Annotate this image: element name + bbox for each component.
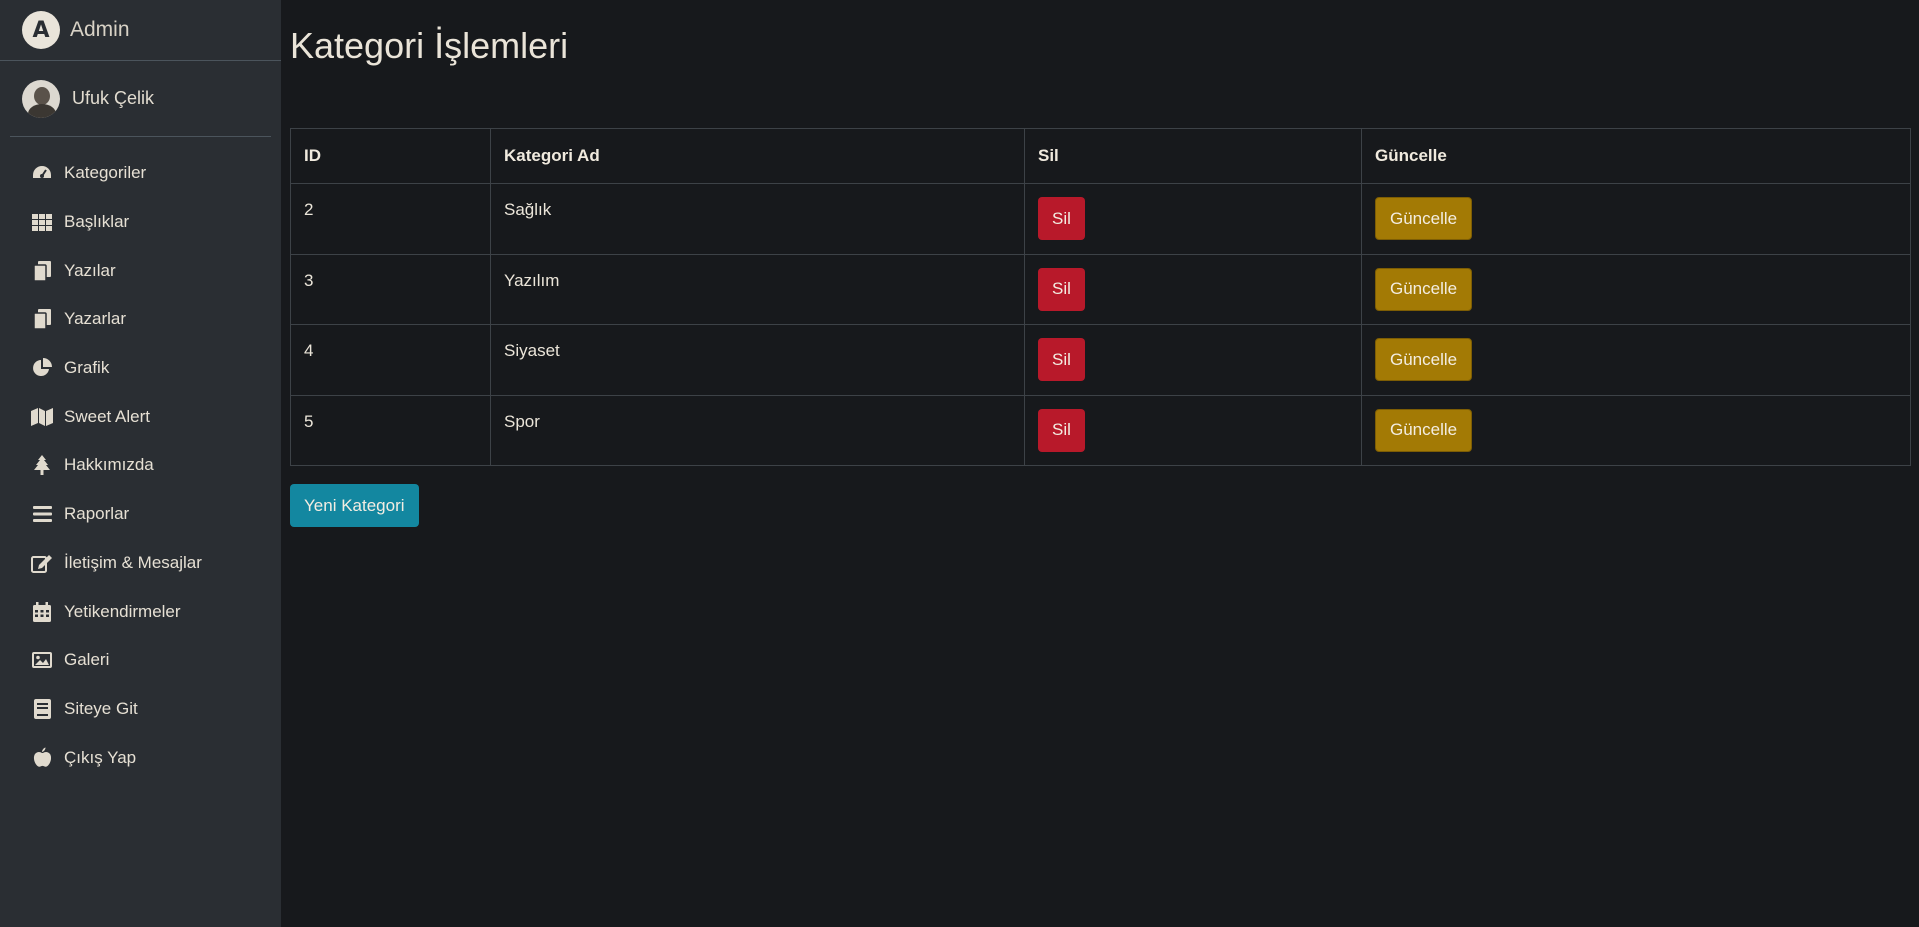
new-category-button[interactable]: Yeni Kategori bbox=[290, 484, 419, 527]
bars-icon bbox=[31, 503, 53, 525]
copy-icon bbox=[31, 308, 53, 330]
delete-button[interactable]: Sil bbox=[1038, 197, 1085, 240]
sidebar-item-sweet-alert[interactable]: Sweet Alert bbox=[0, 392, 281, 441]
cell-delete: Sil bbox=[1024, 183, 1362, 255]
cell-delete: Sil bbox=[1024, 253, 1362, 325]
sidebar-item-hakkimizda[interactable]: Hakkımızda bbox=[0, 441, 281, 490]
sidebar-item-label: Grafik bbox=[64, 358, 110, 378]
edit-icon bbox=[31, 552, 53, 574]
column-header-id: ID bbox=[290, 128, 491, 184]
sidebar-nav: Kategoriler Başlıklar Yazılar Yazarlar G… bbox=[0, 137, 281, 782]
sidebar-item-label: İletişim & Mesajlar bbox=[64, 552, 202, 572]
table-header-row: ID Kategori Ad Sil Güncelle bbox=[290, 128, 1911, 184]
sidebar-item-label: Çıkış Yap bbox=[64, 747, 137, 767]
sidebar-item-label: Başlıklar bbox=[64, 212, 130, 232]
table-row: 2 Sağlık Sil Güncelle bbox=[290, 183, 1911, 255]
cell-update: Güncelle bbox=[1361, 394, 1911, 466]
cell-id: 3 bbox=[290, 253, 491, 325]
sidebar-item-yazilar[interactable]: Yazılar bbox=[0, 246, 281, 295]
update-button[interactable]: Güncelle bbox=[1375, 197, 1473, 240]
grid-icon bbox=[31, 211, 53, 233]
map-icon bbox=[31, 406, 53, 428]
brand-logo-icon: A bbox=[22, 11, 60, 49]
apple-icon bbox=[31, 747, 53, 769]
sidebar-item-label: Raporlar bbox=[64, 504, 130, 524]
delete-button[interactable]: Sil bbox=[1038, 338, 1085, 381]
sidebar-item-label: Galeri bbox=[64, 650, 110, 670]
table-row: 4 Siyaset Sil Güncelle bbox=[290, 324, 1911, 396]
main-content: Kategori İşlemleri ID Kategori Ad Sil Gü… bbox=[290, 0, 1911, 527]
delete-button[interactable]: Sil bbox=[1038, 408, 1085, 452]
sidebar-item-label: Yazarlar bbox=[64, 309, 127, 329]
cell-id: 2 bbox=[290, 183, 491, 255]
tree-icon bbox=[31, 454, 53, 476]
sidebar-item-yetikendirmeler[interactable]: Yetikendirmeler bbox=[0, 587, 281, 636]
image-icon bbox=[31, 649, 53, 671]
user-name: Ufuk Çelik bbox=[72, 88, 155, 108]
sidebar-item-siteye-git[interactable]: Siteye Git bbox=[0, 685, 281, 734]
copy-icon bbox=[31, 260, 53, 282]
chart-pie-icon bbox=[31, 357, 53, 379]
sidebar-item-galeri[interactable]: Galeri bbox=[0, 636, 281, 685]
sidebar-item-yazarlar[interactable]: Yazarlar bbox=[0, 295, 281, 344]
brand-title: Admin bbox=[70, 18, 130, 41]
sidebar-item-iletisim-mesajlar[interactable]: İletişim & Mesajlar bbox=[0, 539, 281, 588]
sidebar-item-label: Sweet Alert bbox=[64, 406, 150, 426]
column-header-name: Kategori Ad bbox=[490, 128, 1025, 184]
cell-name: Sağlık bbox=[490, 183, 1025, 255]
column-header-delete: Sil bbox=[1024, 128, 1362, 184]
cell-update: Güncelle bbox=[1361, 324, 1911, 396]
user-panel[interactable]: Ufuk Çelik bbox=[10, 61, 271, 137]
sidebar: A Admin Ufuk Çelik Kategoriler Başlıklar… bbox=[0, 0, 281, 927]
update-button[interactable]: Güncelle bbox=[1375, 267, 1473, 311]
brand-link[interactable]: A Admin bbox=[0, 0, 281, 61]
cell-update: Güncelle bbox=[1361, 253, 1911, 325]
page-title: Kategori İşlemleri bbox=[290, 25, 569, 66]
sidebar-item-label: Hakkımızda bbox=[64, 455, 154, 475]
avatar bbox=[22, 79, 60, 118]
cell-name: Yazılım bbox=[490, 253, 1025, 325]
category-table: ID Kategori Ad Sil Güncelle 2 Sağlık Sil… bbox=[290, 128, 1911, 466]
cell-update: Güncelle bbox=[1361, 183, 1911, 255]
sidebar-item-basliklar[interactable]: Başlıklar bbox=[0, 198, 281, 247]
sidebar-item-kategoriler[interactable]: Kategoriler bbox=[0, 149, 281, 198]
cell-name: Spor bbox=[490, 394, 1025, 466]
delete-button[interactable]: Sil bbox=[1038, 267, 1085, 311]
sidebar-item-label: Siteye Git bbox=[64, 698, 138, 718]
cell-delete: Sil bbox=[1024, 324, 1362, 396]
cell-name: Siyaset bbox=[490, 324, 1025, 396]
cell-id: 4 bbox=[290, 324, 491, 396]
table-row: 3 Yazılım Sil Güncelle bbox=[290, 253, 1911, 325]
sidebar-item-grafik[interactable]: Grafik bbox=[0, 344, 281, 393]
sidebar-item-cikis-yap[interactable]: Çıkış Yap bbox=[0, 733, 281, 782]
tachometer-icon bbox=[31, 162, 53, 184]
update-button[interactable]: Güncelle bbox=[1375, 338, 1473, 381]
sidebar-item-label: Kategoriler bbox=[64, 163, 147, 183]
sidebar-item-label: Yetikendirmeler bbox=[64, 601, 181, 621]
column-header-update: Güncelle bbox=[1361, 128, 1911, 184]
calendar-icon bbox=[31, 601, 53, 623]
sidebar-item-label: Yazılar bbox=[64, 260, 116, 280]
cell-id: 5 bbox=[290, 394, 491, 466]
cell-delete: Sil bbox=[1024, 394, 1362, 466]
update-button[interactable]: Güncelle bbox=[1375, 408, 1473, 452]
table-row: 5 Spor Sil Güncelle bbox=[290, 394, 1911, 466]
book-icon bbox=[31, 698, 53, 720]
sidebar-item-raporlar[interactable]: Raporlar bbox=[0, 490, 281, 539]
